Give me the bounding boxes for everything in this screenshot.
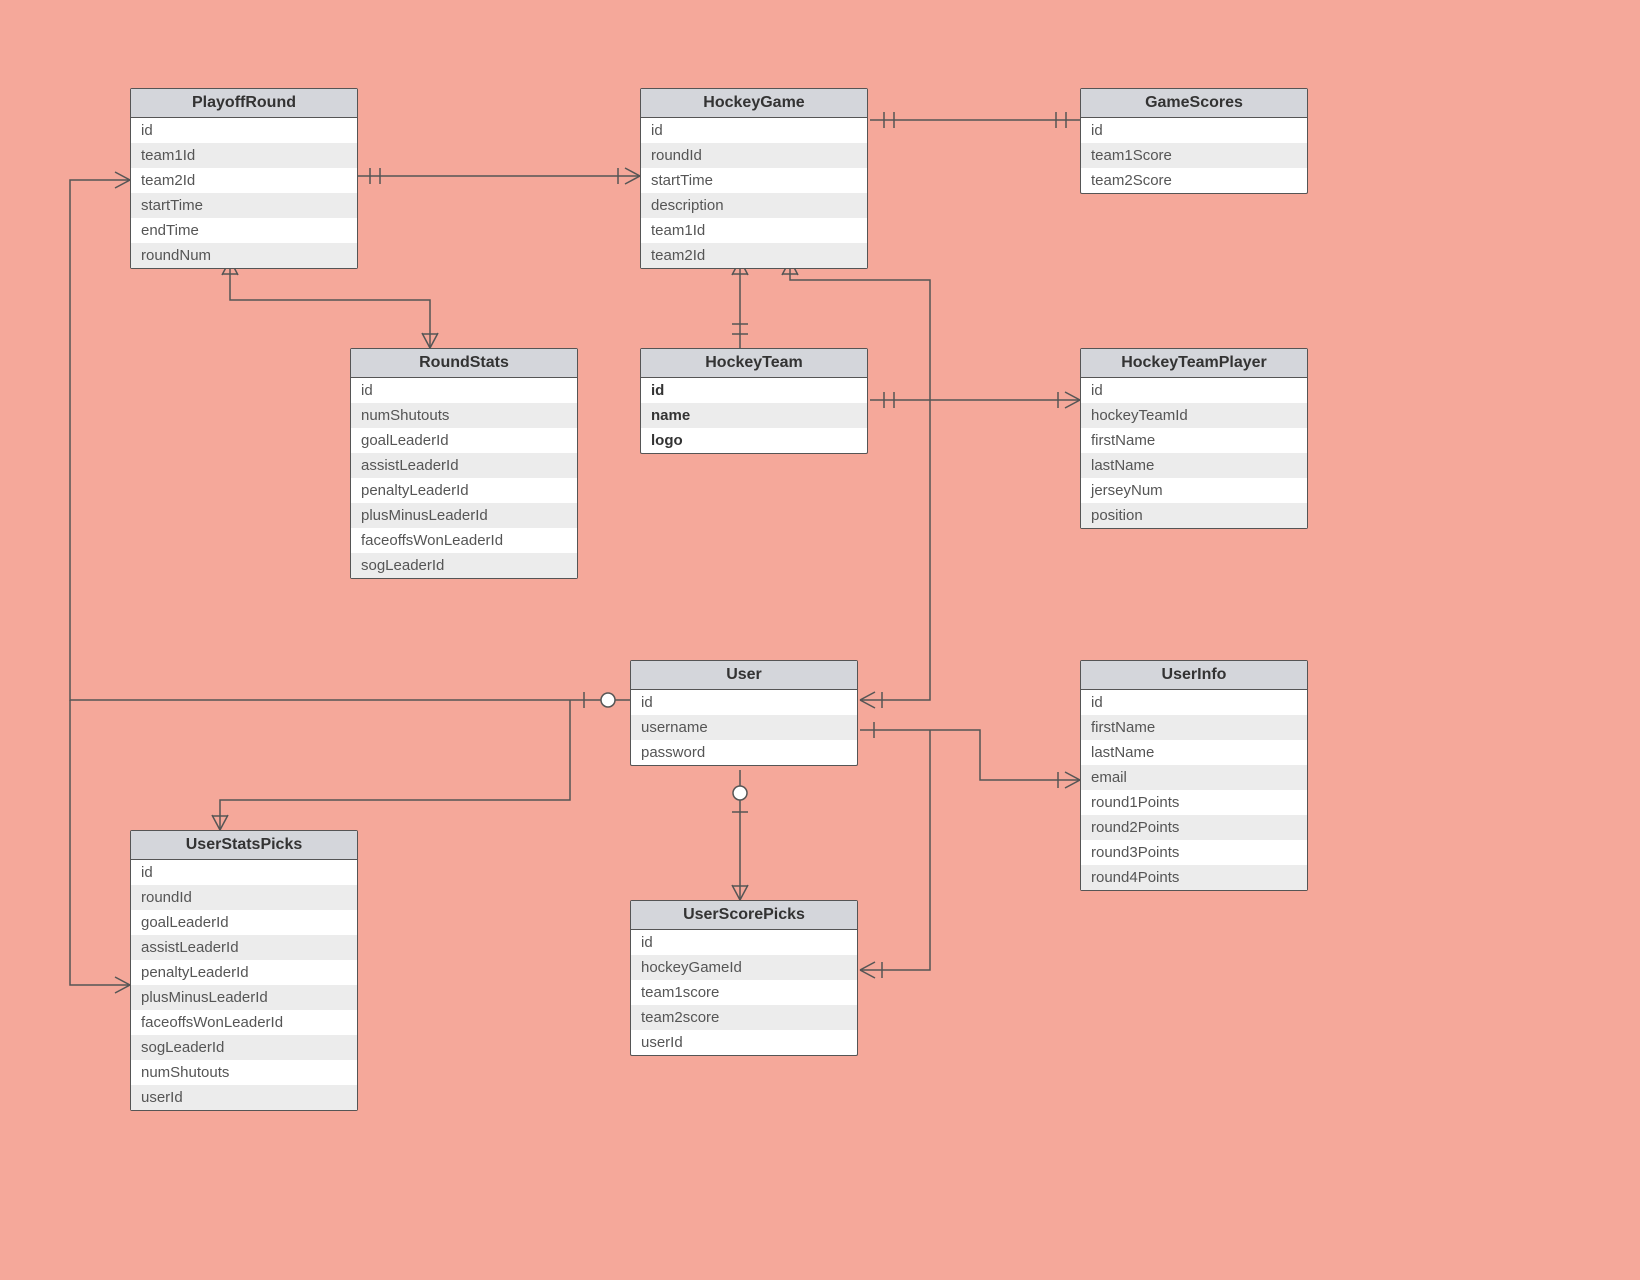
field: numShutouts — [351, 403, 577, 428]
field: team2Id — [641, 243, 867, 268]
field: startTime — [641, 168, 867, 193]
field: team2score — [631, 1005, 857, 1030]
field: password — [631, 740, 857, 765]
field: team2Id — [131, 168, 357, 193]
field: faceoffsWonLeaderId — [131, 1010, 357, 1035]
field: userId — [631, 1030, 857, 1055]
field: round2Points — [1081, 815, 1307, 840]
field: logo — [641, 428, 867, 453]
entity-title: GameScores — [1081, 89, 1307, 118]
field: team2Score — [1081, 168, 1307, 193]
entity-roundstats: RoundStats id numShutouts goalLeaderId a… — [350, 348, 578, 579]
entity-user: User id username password — [630, 660, 858, 766]
field: id — [631, 690, 857, 715]
field: email — [1081, 765, 1307, 790]
field: id — [641, 118, 867, 143]
entity-title: UserStatsPicks — [131, 831, 357, 860]
field: roundNum — [131, 243, 357, 268]
field: firstName — [1081, 428, 1307, 453]
field: id — [1081, 690, 1307, 715]
field: id — [1081, 118, 1307, 143]
field: firstName — [1081, 715, 1307, 740]
field: round1Points — [1081, 790, 1307, 815]
field: plusMinusLeaderId — [351, 503, 577, 528]
field: roundId — [641, 143, 867, 168]
field: round4Points — [1081, 865, 1307, 890]
field: plusMinusLeaderId — [131, 985, 357, 1010]
entity-title: HockeyGame — [641, 89, 867, 118]
entity-hockeygame: HockeyGame id roundId startTime descript… — [640, 88, 868, 269]
entity-title: RoundStats — [351, 349, 577, 378]
field: team1Id — [131, 143, 357, 168]
field: startTime — [131, 193, 357, 218]
field: round3Points — [1081, 840, 1307, 865]
entity-userinfo: UserInfo id firstName lastName email rou… — [1080, 660, 1308, 891]
field: id — [631, 930, 857, 955]
field: description — [641, 193, 867, 218]
field: numShutouts — [131, 1060, 357, 1085]
field: team1Id — [641, 218, 867, 243]
field: jerseyNum — [1081, 478, 1307, 503]
field: roundId — [131, 885, 357, 910]
field: penaltyLeaderId — [351, 478, 577, 503]
field: hockeyGameId — [631, 955, 857, 980]
field: lastName — [1081, 453, 1307, 478]
field: id — [641, 378, 867, 403]
entity-playoffround: PlayoffRound id team1Id team2Id startTim… — [130, 88, 358, 269]
field: team1score — [631, 980, 857, 1005]
entity-hockeyteam: HockeyTeam id name logo — [640, 348, 868, 454]
field: username — [631, 715, 857, 740]
field: position — [1081, 503, 1307, 528]
field: faceoffsWonLeaderId — [351, 528, 577, 553]
field: assistLeaderId — [351, 453, 577, 478]
field: sogLeaderId — [131, 1035, 357, 1060]
field: userId — [131, 1085, 357, 1110]
entity-title: HockeyTeamPlayer — [1081, 349, 1307, 378]
field: hockeyTeamId — [1081, 403, 1307, 428]
field: id — [131, 860, 357, 885]
field: goalLeaderId — [351, 428, 577, 453]
entity-title: HockeyTeam — [641, 349, 867, 378]
field: id — [351, 378, 577, 403]
entity-gamescores: GameScores id team1Score team2Score — [1080, 88, 1308, 194]
field: name — [641, 403, 867, 428]
entity-userscorepicks: UserScorePicks id hockeyGameId team1scor… — [630, 900, 858, 1056]
field: id — [131, 118, 357, 143]
field: lastName — [1081, 740, 1307, 765]
field: id — [1081, 378, 1307, 403]
entity-title: PlayoffRound — [131, 89, 357, 118]
field: sogLeaderId — [351, 553, 577, 578]
field: team1Score — [1081, 143, 1307, 168]
entity-title: UserScorePicks — [631, 901, 857, 930]
entity-userstatspicks: UserStatsPicks id roundId goalLeaderId a… — [130, 830, 358, 1111]
field: endTime — [131, 218, 357, 243]
field: penaltyLeaderId — [131, 960, 357, 985]
entity-title: UserInfo — [1081, 661, 1307, 690]
entity-hockeyteamplayer: HockeyTeamPlayer id hockeyTeamId firstNa… — [1080, 348, 1308, 529]
field: goalLeaderId — [131, 910, 357, 935]
field: assistLeaderId — [131, 935, 357, 960]
entity-title: User — [631, 661, 857, 690]
